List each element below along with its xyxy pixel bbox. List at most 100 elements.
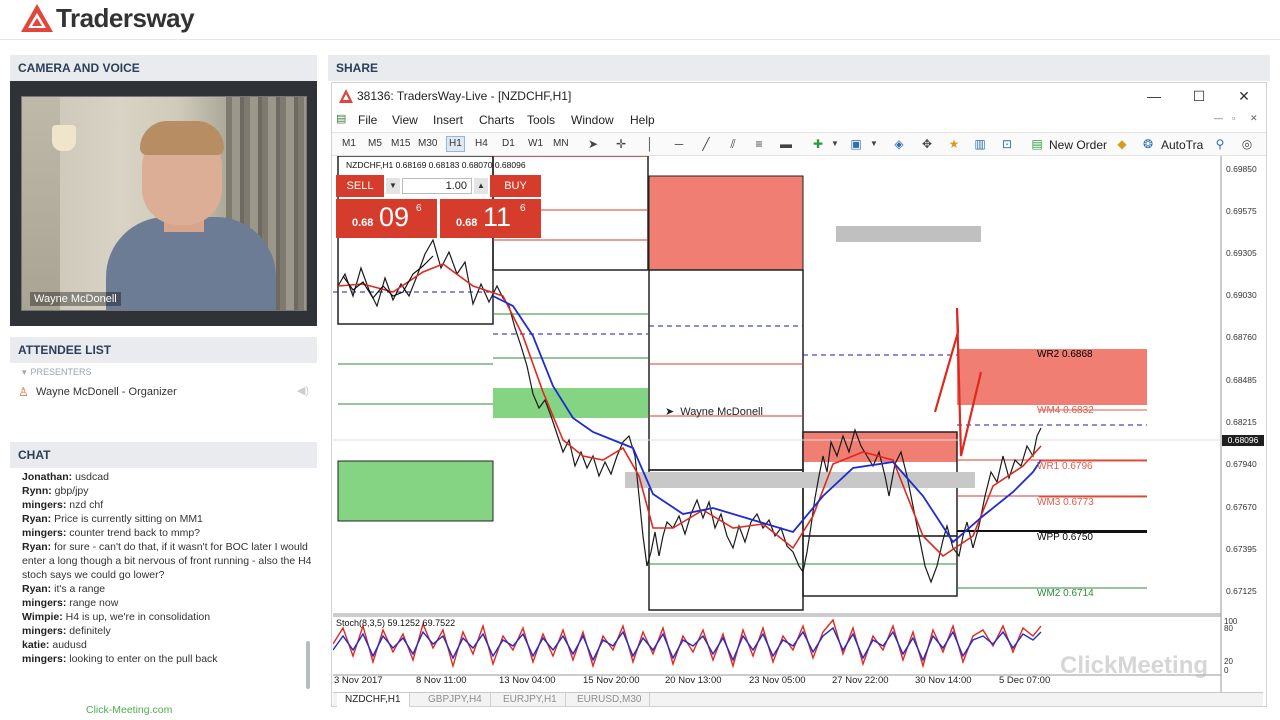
channel-icon[interactable]: ⫽ (725, 136, 741, 152)
current-price-marker: 0.68096 (1222, 435, 1264, 446)
dropdown-icon[interactable]: ▼ (827, 136, 843, 152)
sell-price-button[interactable]: 0.68 09 6 (336, 199, 437, 238)
timeframe-h4[interactable]: H4 (475, 138, 488, 149)
presenter-cursor-label: ➤ Wayne McDonell (665, 406, 763, 418)
market-watch-icon[interactable]: ◈ (891, 136, 907, 152)
buy-price-pips: 11 (483, 202, 512, 232)
tradersway-logo[interactable]: Tradersway (20, 2, 195, 34)
fibonacci-icon[interactable]: ≡ (751, 136, 767, 152)
camera-participant-name: Wayne McDonell (30, 292, 121, 306)
child-restore-button[interactable]: ▫ (1232, 113, 1235, 123)
chart-icon[interactable]: ▤ (336, 112, 346, 125)
stoch-axis-label: 20 (1224, 657, 1233, 666)
chart-tab-nzdchf[interactable]: NZDCHF,H1 (337, 693, 410, 707)
menu-help[interactable]: Help (630, 113, 655, 127)
chat-message: Ryan: it's a range (22, 583, 106, 595)
new-order-button[interactable]: New Order (1049, 138, 1107, 152)
autotrading-icon: ❂ (1142, 137, 1154, 151)
child-minimize-button[interactable]: — (1214, 113, 1223, 123)
price-axis-label: 0.67940 (1226, 459, 1257, 469)
price-axis-label: 0.67670 (1226, 502, 1257, 512)
clickmeeting-link[interactable]: Click-Meeting.com (86, 704, 172, 716)
buy-button[interactable]: BUY (490, 175, 541, 197)
attendee-item[interactable]: ♙ Wayne McDonell - Organizer ◀) (18, 384, 313, 400)
lot-dropdown-icon[interactable]: ▼ (386, 178, 400, 194)
price-axis-label: 0.67125 (1226, 586, 1257, 596)
chat-panel: Jonathan: usdcad Rynn: gbp/jpy mingers: … (10, 468, 317, 690)
speaker-icon[interactable]: ◀) (297, 384, 309, 397)
menu-window[interactable]: Window (571, 113, 614, 127)
date-axis-label: 8 Nov 11:00 (416, 675, 467, 686)
price-axis-label: 0.69850 (1226, 164, 1257, 174)
chart-tab-gbpjpy[interactable]: GBPJPY,H4 (420, 693, 491, 707)
menu-tools[interactable]: Tools (527, 113, 555, 127)
timeframe-w1[interactable]: W1 (528, 138, 543, 149)
chat-message: katie: audusd (22, 639, 87, 651)
price-axis-label: 0.68760 (1226, 332, 1257, 342)
menu-view[interactable]: View (392, 113, 418, 127)
new-chart-icon[interactable]: ✚ (810, 136, 826, 152)
symbol-ohlc-info: NZDCHF,H1 0.68169 0.68183 0.68070 0.6809… (346, 160, 526, 170)
price-axis-label: 0.67395 (1226, 544, 1257, 554)
level-label-wm3: WM3 0.6773 (1037, 497, 1094, 508)
menu-file[interactable]: File (358, 113, 377, 127)
close-button[interactable]: ✕ (1222, 83, 1266, 110)
chat-message: Ryan: Price is currently sitting on MM1 (22, 513, 203, 525)
chat-message: Wimpie: H4 is up, we're in consolidation (22, 611, 211, 623)
timeframe-m15[interactable]: M15 (391, 138, 410, 149)
maximize-button[interactable]: ☐ (1177, 83, 1221, 110)
terminal-icon[interactable]: ▥ (972, 136, 988, 152)
lot-size-input[interactable]: 1.00 (402, 178, 472, 194)
price-axis-label: 0.68485 (1226, 375, 1257, 385)
timeframe-h1[interactable]: H1 (446, 136, 465, 152)
date-axis-label: 15 Nov 20:00 (583, 675, 640, 686)
chart-tab-eurusd[interactable]: EURUSD,M30 (569, 693, 651, 707)
timeframe-mn[interactable]: MN (553, 138, 569, 149)
label-icon[interactable]: ▬ (778, 136, 794, 152)
menu-bar: ▤ File View Insert Charts Tools Window H… (332, 110, 1266, 132)
horizontal-line-icon[interactable]: ─ (671, 136, 687, 152)
chat-message: mingers: looking to enter on the pull ba… (22, 653, 218, 665)
window-titlebar: 38136: TradersWay-Live - [NZDCHF,H1] — ☐… (332, 83, 1266, 110)
minimize-button[interactable]: — (1132, 83, 1176, 110)
profiles-icon[interactable]: ▣ (848, 136, 864, 152)
chat-message: mingers: nzd chf (22, 499, 104, 511)
chart-toolbar: M1 M5 M15 M30 H1 H4 D1 W1 MN ➤ ✛ │ ─ ╱ ⫽… (332, 132, 1266, 156)
chat-bubble-icon[interactable]: ◎ (1239, 136, 1255, 152)
data-window-icon[interactable]: ★ (946, 136, 962, 152)
chat-message: mingers: range now (22, 597, 119, 609)
camera-panel: Wayne McDonell (10, 81, 317, 326)
menu-insert[interactable]: Insert (433, 113, 463, 127)
camera-panel-title: CAMERA AND VOICE (10, 55, 317, 81)
chart-tab-eurjpy[interactable]: EURJPY,H1 (495, 693, 566, 707)
chat-scrollbar[interactable] (306, 641, 310, 689)
trendline-icon[interactable]: ╱ (698, 136, 714, 152)
metaeditor-icon[interactable]: ◆ (1114, 136, 1130, 152)
buy-price-button[interactable]: 0.68 11 6 (440, 199, 541, 238)
cursor-icon[interactable]: ➤ (585, 136, 601, 152)
menu-charts[interactable]: Charts (479, 113, 514, 127)
tester-icon[interactable]: ⊡ (999, 136, 1015, 152)
crosshair-icon[interactable]: ✛ (613, 136, 629, 152)
sell-button[interactable]: SELL (336, 175, 384, 197)
dropdown-icon[interactable]: ▼ (866, 136, 882, 152)
search-icon[interactable]: ⚲ (1212, 136, 1228, 152)
timeframe-m30[interactable]: M30 (418, 138, 437, 149)
timeframe-d1[interactable]: D1 (502, 138, 515, 149)
one-click-trading-panel: SELL ▼ 1.00 ▲ BUY 0.68 09 6 0.68 11 6 (336, 175, 541, 238)
timeframe-m5[interactable]: M5 (368, 138, 382, 149)
chart-tabs: NZDCHF,H1 GBPJPY,H4 EURJPY,H1 EURUSD,M30 (333, 692, 1263, 707)
timeframe-m1[interactable]: M1 (342, 138, 356, 149)
navigator-icon[interactable]: ✥ (919, 136, 935, 152)
mouse-pointer-icon: ➤ (665, 406, 675, 418)
vertical-line-icon[interactable]: │ (642, 136, 658, 152)
level-label-wr1: WR1 0.6796 (1037, 461, 1093, 472)
stoch-axis-label: 0 (1224, 666, 1229, 675)
lot-increase-icon[interactable]: ▲ (474, 178, 488, 194)
child-close-button[interactable]: ✕ (1250, 113, 1258, 124)
chat-title: CHAT (10, 442, 317, 468)
autotrading-button[interactable]: AutoTra (1161, 138, 1203, 152)
camera-video[interactable]: Wayne McDonell (21, 96, 307, 311)
presenters-group[interactable]: ▾ PRESENTERS (22, 367, 92, 378)
level-label-wpp: WPP 0.6750 (1037, 532, 1093, 543)
